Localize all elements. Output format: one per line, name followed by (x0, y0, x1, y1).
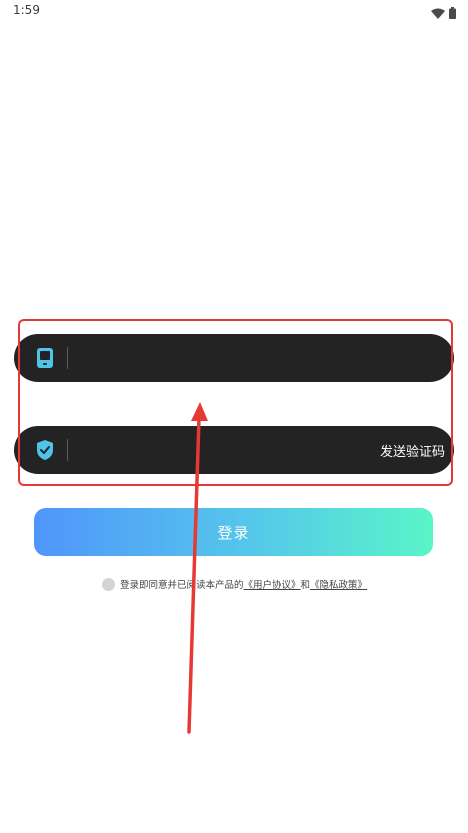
annotation-arrow (187, 402, 208, 734)
phone-icon (35, 347, 55, 369)
phone-input[interactable] (80, 342, 384, 376)
verification-code-field[interactable]: 发送验证码 (14, 426, 454, 474)
status-time: 1:59 (13, 3, 40, 17)
wifi-icon (431, 4, 445, 23)
agreement-prefix: 登录即同意并已阅读本产品的 (120, 580, 244, 591)
agreement-row: 登录即同意并已阅读本产品的 《用户协议》 和 《隐私政策》 (102, 576, 367, 592)
field-divider (67, 347, 68, 369)
battery-icon (449, 4, 456, 23)
user-agreement-link[interactable]: 《用户协议》 (244, 577, 301, 591)
status-icons (431, 4, 456, 23)
send-code-button[interactable]: 发送验证码 (380, 441, 445, 460)
verification-code-input[interactable] (80, 434, 384, 468)
shield-check-icon (35, 439, 55, 461)
login-button[interactable]: 登录 (34, 508, 433, 556)
phone-field[interactable] (14, 334, 454, 382)
status-bar: 1:59 (0, 0, 468, 24)
privacy-policy-link[interactable]: 《隐私政策》 (310, 577, 367, 591)
agreement-conjunction: 和 (300, 580, 311, 591)
agreement-checkbox[interactable] (102, 577, 115, 591)
field-divider (67, 439, 68, 461)
